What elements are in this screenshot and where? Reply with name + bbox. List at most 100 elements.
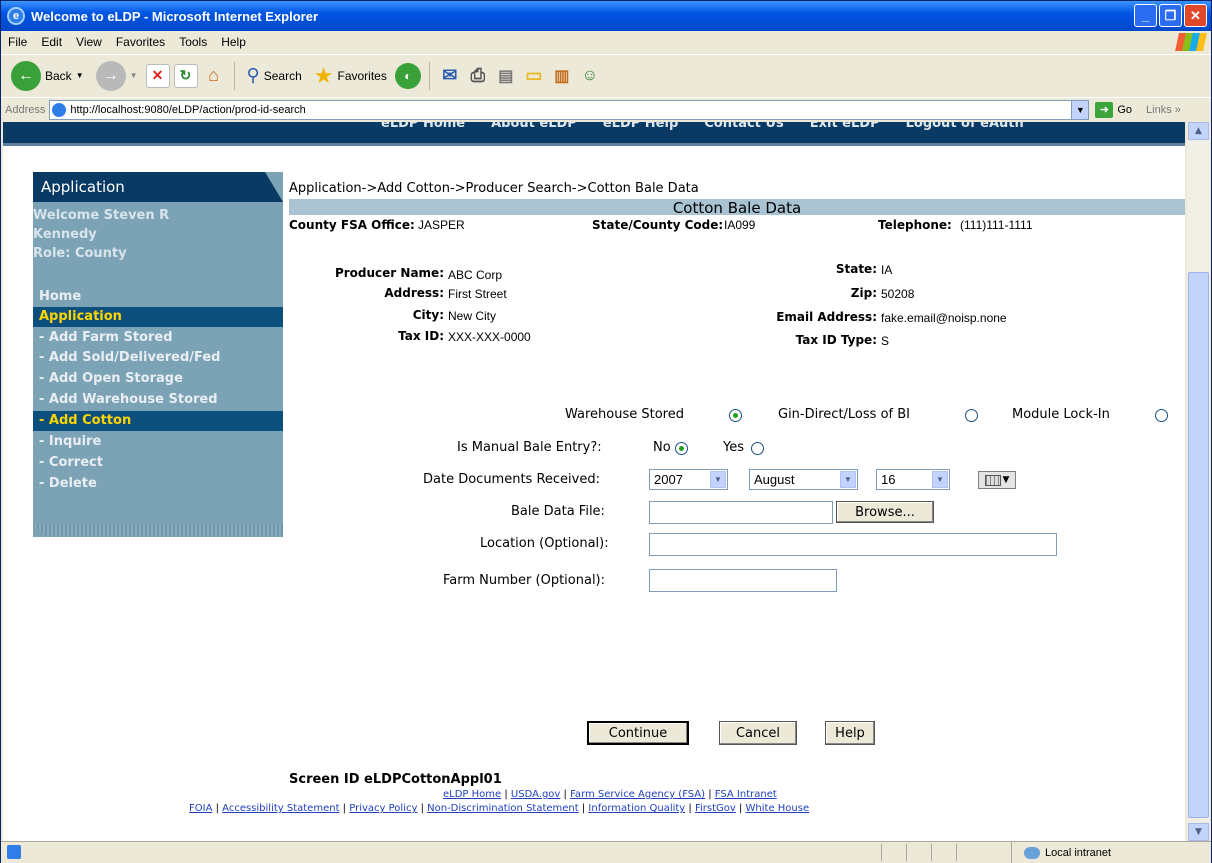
messenger-icon[interactable]: ☺	[578, 64, 602, 88]
state-county-code-label: State/County Code:	[592, 218, 724, 232]
window-title: Welcome to eLDP - Microsoft Internet Exp…	[31, 8, 319, 24]
footer-link-usda[interactable]: USDA.gov	[511, 789, 560, 800]
menu-favorites[interactable]: Favorites	[109, 35, 172, 49]
address-input[interactable]: http://localhost:9080/eLDP/action/prod-i…	[49, 99, 1090, 120]
location-input[interactable]	[649, 533, 1057, 556]
footer-link-foia[interactable]: FOIA	[189, 803, 212, 814]
footer-link-information-quality[interactable]: Information Quality	[588, 803, 685, 814]
producer-name-label: Producer Name:	[334, 266, 444, 280]
nav-eldp-help[interactable]: eLDP Help	[603, 122, 678, 131]
address-value: First Street	[448, 287, 507, 301]
gin-direct-label: Gin-Direct/Loss of BI	[778, 407, 910, 422]
warehouse-stored-radio[interactable]	[729, 409, 742, 422]
continue-button[interactable]: Continue	[587, 721, 689, 745]
chevron-down-icon: ▼	[710, 471, 726, 488]
footer-link-fsa-intranet[interactable]: FSA Intranet	[715, 789, 777, 800]
sidebar-item-add-open-storage[interactable]: - Add Open Storage	[33, 369, 283, 389]
nav-about-eldp[interactable]: About eLDP	[491, 122, 577, 131]
refresh-icon[interactable]: ↻	[173, 63, 198, 88]
calendar-button[interactable]: ▼	[978, 471, 1016, 489]
nav-exit-eldp[interactable]: Exit eLDP	[810, 122, 880, 131]
telephone-value: (111)111-1111	[960, 218, 1033, 232]
menu-help[interactable]: Help	[214, 35, 253, 49]
manual-yes-radio[interactable]	[751, 442, 764, 455]
menu-edit[interactable]: Edit	[34, 35, 69, 49]
sidebar-item-add-cotton[interactable]: - Add Cotton	[33, 411, 283, 431]
favorites-star-icon: ★	[313, 62, 334, 88]
nav-contact-us[interactable]: Contact Us	[704, 122, 783, 131]
go-button[interactable]: ➜ Go	[1095, 101, 1133, 118]
tax-id-type-label: Tax ID Type:	[795, 333, 877, 347]
year-select[interactable]: 2007 ▼	[649, 469, 728, 490]
tax-id-label: Tax ID:	[398, 329, 444, 343]
city-label: City:	[412, 308, 444, 322]
home-icon[interactable]: ⌂	[202, 64, 226, 88]
search-icon: ⚲	[246, 65, 260, 85]
scroll-up-icon[interactable]: ▲	[1188, 122, 1209, 140]
footer-link-firstgov[interactable]: FirstGov	[695, 803, 736, 814]
farm-number-label: Farm Number (Optional):	[443, 573, 606, 588]
status-divider	[906, 844, 907, 861]
edit-icon[interactable]: ▤	[494, 64, 518, 88]
scroll-thumb[interactable]	[1188, 272, 1209, 818]
state-county-code-value: IA099	[724, 218, 756, 232]
browse-button[interactable]: Browse...	[836, 501, 934, 523]
footer-link-privacy[interactable]: Privacy Policy	[349, 803, 417, 814]
links-button[interactable]: Links »	[1146, 104, 1181, 116]
maximize-button[interactable]: ❐	[1159, 4, 1182, 27]
nav-logout[interactable]: Logout of eAuth	[906, 122, 1024, 131]
forward-button[interactable]: → ▼	[92, 59, 142, 93]
research-icon[interactable]: ▥	[550, 64, 574, 88]
minimize-button[interactable]: _	[1134, 4, 1157, 27]
menu-tools[interactable]: Tools	[172, 35, 214, 49]
go-label: Go	[1117, 103, 1133, 116]
sidebar-item-correct[interactable]: - Correct	[33, 453, 283, 473]
bale-data-file-label: Bale Data File:	[511, 504, 605, 519]
footer-link-non-discrimination[interactable]: Non-Discrimination Statement	[427, 803, 579, 814]
toolbar-separator	[233, 61, 235, 90]
farm-number-input[interactable]	[649, 569, 837, 592]
manual-no-radio[interactable]	[675, 442, 688, 455]
sidebar-item-application[interactable]: Application	[33, 307, 283, 327]
footer-link-fsa[interactable]: Farm Service Agency (FSA)	[570, 789, 705, 800]
month-select[interactable]: August ▼	[749, 469, 858, 490]
sidebar-item-add-farm-stored[interactable]: - Add Farm Stored	[33, 328, 283, 348]
sidebar-item-home[interactable]: Home	[33, 287, 283, 307]
bale-data-file-input[interactable]	[649, 501, 833, 524]
breadcrumb: Application->Add Cotton->Producer Search…	[289, 181, 699, 196]
tax-id-type-value: S	[881, 334, 890, 348]
sidebar-footer	[33, 523, 283, 537]
mail-icon[interactable]: ✉	[438, 64, 462, 88]
gin-direct-radio[interactable]	[965, 409, 978, 422]
sidebar-item-add-warehouse-stored[interactable]: - Add Warehouse Stored	[33, 390, 283, 410]
folder-icon[interactable]: ▭	[522, 64, 546, 88]
menu-file[interactable]: File	[1, 35, 34, 49]
print-icon[interactable]: ⎙	[466, 64, 490, 88]
help-button[interactable]: Help	[825, 721, 875, 745]
menu-view[interactable]: View	[69, 35, 109, 49]
sidebar-item-delete[interactable]: - Delete	[33, 474, 283, 494]
footer-link-accessibility[interactable]: Accessibility Statement	[222, 803, 339, 814]
scroll-down-icon[interactable]: ▼	[1188, 823, 1209, 841]
cancel-button[interactable]: Cancel	[719, 721, 797, 745]
day-select[interactable]: 16 ▼	[876, 469, 950, 490]
stop-icon[interactable]: ✕	[145, 63, 170, 88]
search-button[interactable]: ⚲ Search	[243, 63, 306, 88]
forward-arrow-icon: →	[95, 60, 126, 91]
footer-link-eldp-home[interactable]: eLDP Home	[443, 789, 501, 800]
footer-link-white-house[interactable]: White House	[746, 803, 810, 814]
chevron-down-icon: ▼	[932, 471, 948, 488]
sidebar-item-inquire[interactable]: - Inquire	[33, 432, 283, 452]
nav-eldp-home[interactable]: eLDP Home	[381, 122, 465, 131]
close-button[interactable]: ✕	[1184, 4, 1207, 27]
back-dropdown-icon[interactable]: ▼	[76, 71, 84, 80]
module-lock-in-radio[interactable]	[1155, 409, 1168, 422]
address-dropdown-icon[interactable]: ▼	[1071, 100, 1089, 119]
forward-dropdown-icon[interactable]: ▼	[130, 71, 138, 80]
vertical-scrollbar[interactable]: ▲ ▼	[1187, 122, 1210, 841]
media-icon[interactable]: ◐	[394, 62, 421, 89]
footer-links-primary: eLDP Home | USDA.gov | Farm Service Agen…	[443, 789, 777, 800]
sidebar-item-add-sold-delivered-fed[interactable]: - Add Sold/Delivered/Fed	[33, 348, 283, 368]
favorites-button[interactable]: ★ Favorites	[310, 61, 391, 91]
back-button[interactable]: ← Back ▼	[7, 59, 88, 93]
